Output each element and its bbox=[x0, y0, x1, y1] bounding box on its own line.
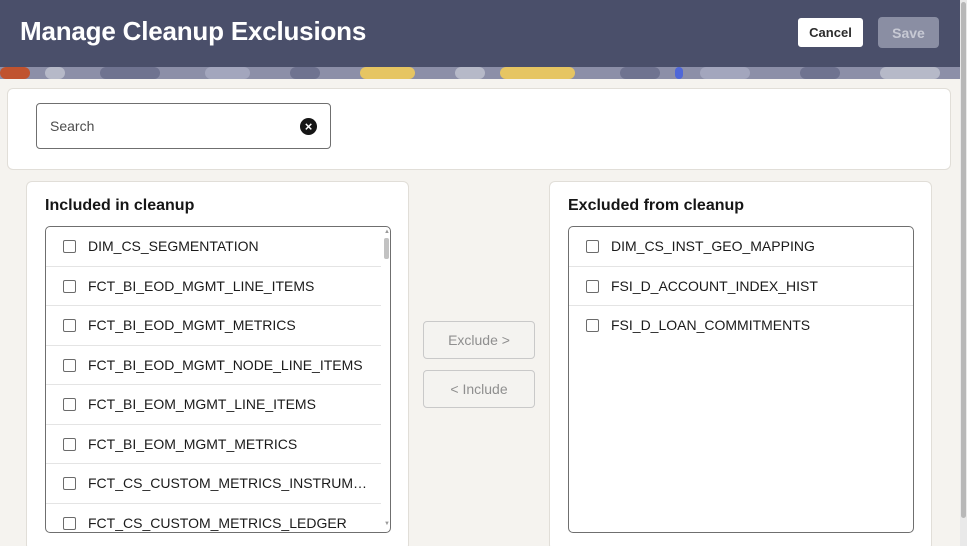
item-checkbox[interactable] bbox=[63, 279, 76, 293]
list-item[interactable]: FCT_BI_EOM_MGMT_METRICS bbox=[46, 425, 381, 464]
excluded-heading: Excluded from cleanup bbox=[568, 197, 745, 214]
list-item[interactable]: FCT_CS_CUSTOM_METRICS_INSTRUM… bbox=[46, 464, 381, 504]
item-checkbox[interactable] bbox=[586, 279, 599, 293]
included-heading: Included in cleanup bbox=[45, 197, 195, 214]
save-button[interactable]: Save bbox=[878, 17, 939, 48]
item-label: FSI_D_ACCOUNT_INDEX_HIST bbox=[611, 277, 818, 294]
list-item[interactable]: DIM_CS_SEGMENTATION bbox=[46, 227, 381, 267]
include-button[interactable]: < Include bbox=[423, 370, 535, 408]
item-label: FCT_CS_CUSTOM_METRICS_INSTRUM… bbox=[88, 475, 367, 491]
page-header: Manage Cleanup Exclusions Cancel Save bbox=[0, 0, 960, 67]
list-item[interactable]: FCT_BI_EOM_MGMT_LINE_ITEMS bbox=[46, 385, 381, 425]
excluded-listbox[interactable]: DIM_CS_INST_GEO_MAPPING FSI_D_ACCOUNT_IN… bbox=[568, 226, 914, 533]
item-label: FCT_CS_CUSTOM_METRICS_LEDGER bbox=[88, 514, 347, 531]
item-checkbox[interactable] bbox=[586, 319, 599, 332]
item-label: FSI_D_LOAN_COMMITMENTS bbox=[611, 317, 811, 333]
list-item[interactable]: FSI_D_ACCOUNT_INDEX_HIST bbox=[569, 267, 913, 306]
included-listbox[interactable]: DIM_CS_SEGMENTATION FCT_BI_EOD_MGMT_LINE… bbox=[45, 226, 391, 533]
item-label: DIM_CS_SEGMENTATION bbox=[88, 238, 259, 254]
item-checkbox[interactable] bbox=[63, 437, 76, 451]
item-label: FCT_BI_EOM_MGMT_LINE_ITEMS bbox=[88, 396, 316, 412]
exclude-button[interactable]: Exclude > bbox=[423, 321, 535, 359]
search-input[interactable] bbox=[50, 116, 290, 136]
list-item[interactable]: FSI_D_LOAN_COMMITMENTS bbox=[569, 306, 913, 346]
item-checkbox[interactable] bbox=[586, 240, 599, 253]
item-label: DIM_CS_INST_GEO_MAPPING bbox=[611, 238, 815, 254]
header-illustration-band bbox=[0, 67, 960, 79]
item-checkbox[interactable] bbox=[63, 240, 76, 253]
item-checkbox[interactable] bbox=[63, 358, 76, 372]
item-checkbox[interactable] bbox=[63, 398, 76, 411]
item-checkbox[interactable] bbox=[63, 477, 76, 490]
list-item[interactable]: FCT_BI_EOD_MGMT_METRICS bbox=[46, 306, 381, 346]
scroll-up-arrow-icon[interactable]: ▲ bbox=[384, 229, 390, 235]
item-label: FCT_BI_EOD_MGMT_NODE_LINE_ITEMS bbox=[88, 356, 363, 373]
item-label: FCT_BI_EOD_MGMT_METRICS bbox=[88, 317, 296, 333]
page-title: Manage Cleanup Exclusions bbox=[20, 16, 367, 46]
list-item[interactable]: DIM_CS_INST_GEO_MAPPING bbox=[569, 227, 913, 267]
search-field[interactable]: × bbox=[36, 103, 331, 149]
item-checkbox[interactable] bbox=[63, 319, 76, 332]
scroll-down-arrow-icon[interactable]: ▼ bbox=[384, 521, 390, 527]
item-checkbox[interactable] bbox=[63, 516, 76, 530]
cancel-button[interactable]: Cancel bbox=[797, 17, 864, 48]
list-item[interactable]: FCT_CS_CUSTOM_METRICS_LEDGER bbox=[46, 504, 381, 533]
item-label: FCT_BI_EOM_MGMT_METRICS bbox=[88, 435, 298, 452]
item-label: FCT_BI_EOD_MGMT_LINE_ITEMS bbox=[88, 277, 315, 294]
included-list-scrollbar[interactable]: ▲ ▼ bbox=[382, 227, 390, 532]
page-scrollbar-thumb[interactable] bbox=[961, 2, 966, 518]
list-item[interactable]: FCT_BI_EOD_MGMT_NODE_LINE_ITEMS bbox=[46, 346, 381, 385]
scrollbar-thumb[interactable] bbox=[384, 238, 389, 259]
clear-circle-icon[interactable]: × bbox=[300, 118, 317, 135]
list-item[interactable]: FCT_BI_EOD_MGMT_LINE_ITEMS bbox=[46, 267, 381, 306]
